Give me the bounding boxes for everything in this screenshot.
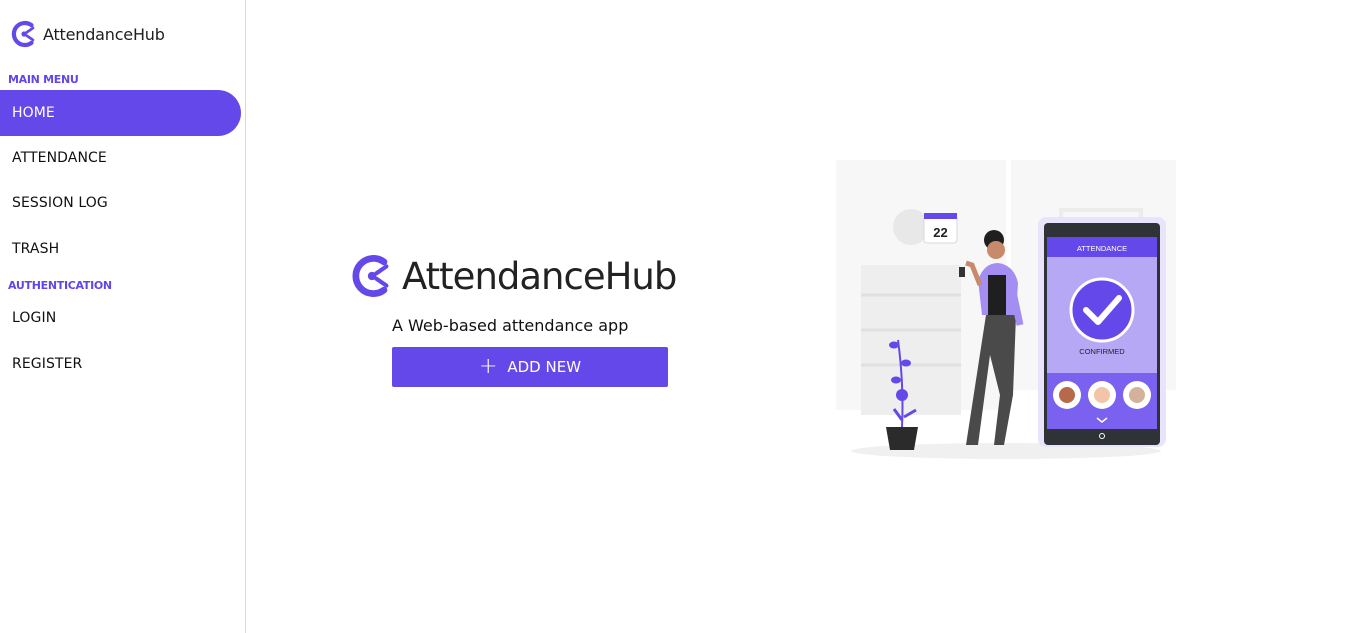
- sidebar-item-session-log[interactable]: SESSION LOG: [0, 180, 241, 226]
- sidebar-item-trash[interactable]: TRASH: [0, 226, 241, 272]
- add-new-button[interactable]: + ADD NEW: [392, 347, 668, 387]
- attendance-illustration: 22 ATTENDANCE CONFIRMED: [836, 160, 1176, 459]
- sidebar-item-register[interactable]: REGISTER: [0, 341, 241, 387]
- hero-tagline: A Web-based attendance app: [392, 316, 629, 335]
- add-new-label: ADD NEW: [507, 358, 582, 376]
- plus-icon: +: [478, 354, 498, 379]
- sidebar-item-login[interactable]: LOGIN: [0, 295, 241, 341]
- calendar-icon: 22: [923, 213, 958, 244]
- calendar-day: 22: [933, 225, 947, 240]
- main-content: AttendanceHub A Web-based attendance app…: [246, 0, 1366, 633]
- section-label-authentication: AUTHENTICATION: [8, 279, 112, 292]
- sidebar: AttendanceHub MAIN MENU HOME ATTENDANCE …: [0, 0, 246, 633]
- sidebar-item-home[interactable]: HOME: [0, 90, 241, 136]
- phone: ATTENDANCE CONFIRMED: [1038, 217, 1166, 447]
- hero-logo: AttendanceHub: [348, 252, 677, 300]
- status-label: CONFIRMED: [1079, 347, 1125, 356]
- bookshelf: [861, 265, 961, 415]
- attendancehub-logo-icon: [11, 20, 35, 48]
- sidebar-item-attendance[interactable]: ATTENDANCE: [0, 135, 241, 181]
- section-label-main-menu: MAIN MENU: [8, 73, 79, 86]
- brand-name: AttendanceHub: [43, 24, 165, 44]
- attendancehub-logo-icon: [352, 255, 389, 297]
- brand-logo[interactable]: AttendanceHub: [9, 19, 165, 49]
- phone-header: ATTENDANCE: [1077, 244, 1127, 253]
- hero-brand-name: AttendanceHub: [402, 254, 677, 298]
